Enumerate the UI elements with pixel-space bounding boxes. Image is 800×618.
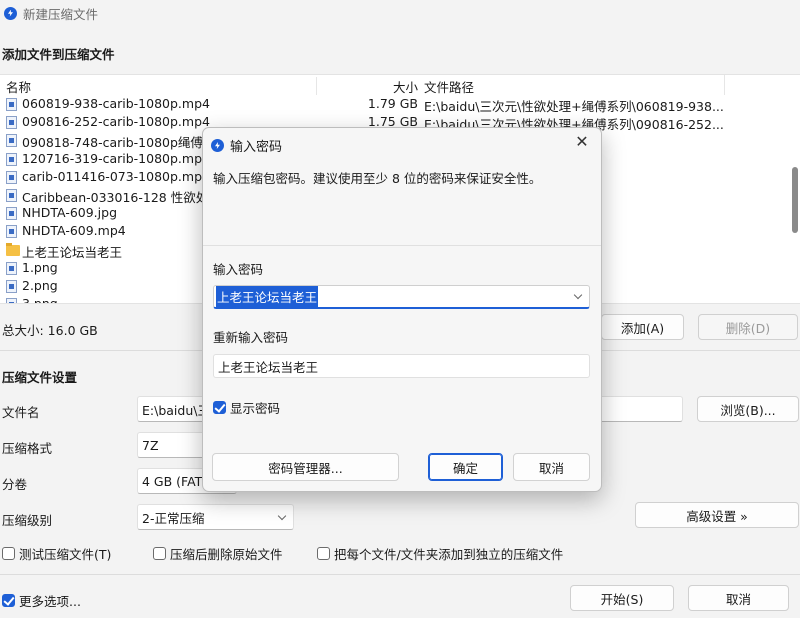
file-icon xyxy=(6,298,17,303)
checkbox-box xyxy=(317,547,330,560)
filename-label: 文件名 xyxy=(2,405,40,420)
confirm-password-label: 重新输入密码 xyxy=(213,330,289,345)
settings-section-title: 压缩文件设置 xyxy=(2,370,78,385)
confirm-password-input[interactable]: 上老王论坛当老王 xyxy=(213,354,590,378)
file-icon xyxy=(6,207,17,221)
dialog-titlebar: 输入密码 xyxy=(211,136,282,155)
start-button[interactable]: 开始(S) xyxy=(570,585,674,611)
file-name: 090816-252-carib-1080p.mp4 xyxy=(22,114,210,130)
file-icon xyxy=(6,134,17,148)
dialog-divider xyxy=(203,245,601,246)
file-name: 上老王论坛当老王 xyxy=(22,244,123,260)
advanced-settings-button[interactable]: 高级设置 » xyxy=(635,502,799,528)
file-icon xyxy=(6,261,17,275)
format-label: 压缩格式 xyxy=(2,441,53,456)
delete-after-label: 压缩后删除原始文件 xyxy=(170,547,283,562)
dialog-description: 输入压缩包密码。建议使用至少 8 位的密码来保证安全性。 xyxy=(213,171,542,186)
file-name: 2.png xyxy=(22,277,58,293)
file-name: 090818-748-carib-1080p绳傅.r xyxy=(22,135,213,151)
file-icon xyxy=(6,170,17,184)
checkbox-box xyxy=(153,547,166,560)
dialog-cancel-button[interactable]: 取消 xyxy=(513,453,590,481)
dialog-title: 输入密码 xyxy=(230,140,283,155)
file-icon xyxy=(6,152,17,166)
file-name: 3.png xyxy=(22,296,58,304)
file-list-row[interactable]: 060819-938-carib-1080p.mp4 1.79 GB E:\baid… xyxy=(0,95,800,114)
file-icon xyxy=(6,279,17,293)
file-name: carib-011416-073-1080p.mp4 xyxy=(22,168,210,184)
volume-label: 分卷 xyxy=(2,477,28,492)
app-logo-icon xyxy=(4,6,17,20)
close-icon[interactable]: ✕ xyxy=(573,133,591,151)
chevron-down-icon[interactable] xyxy=(573,290,583,300)
file-list-header: 名称 大小 文件路径 xyxy=(0,75,800,95)
column-divider xyxy=(724,75,725,95)
file-name: 060819-938-carib-1080p.mp4 xyxy=(22,96,210,111)
password-dialog: 输入密码 ✕ 输入压缩包密码。建议使用至少 8 位的密码来保证安全性。 输入密码… xyxy=(202,127,602,492)
file-name: 120716-319-carib-1080p.mp4 xyxy=(22,150,210,166)
separate-archives-label: 把每个文件/文件夹添加到独立的压缩文件 xyxy=(334,547,564,562)
delete-button[interactable]: 删除(D) xyxy=(698,314,798,340)
test-archive-label: 测试压缩文件(T) xyxy=(19,547,112,562)
level-value: 2-正常压缩 xyxy=(142,510,205,526)
window-title: 新建压缩文件 xyxy=(23,6,99,22)
show-password-label: 显示密码 xyxy=(230,401,281,416)
file-icon xyxy=(6,116,17,130)
more-options-checkbox[interactable]: 更多选项... xyxy=(2,591,81,610)
filename-value: E:\baidu\三 xyxy=(142,402,210,418)
password-label: 输入密码 xyxy=(213,262,264,277)
file-name: Caribbean-033016-128 性欲处 xyxy=(22,189,209,205)
format-value: 7Z xyxy=(142,437,159,453)
add-button[interactable]: 添加(A) xyxy=(601,314,684,340)
file-name: NHDTA-609.jpg xyxy=(22,205,118,221)
file-list-scrollbar[interactable] xyxy=(792,167,798,233)
file-icon xyxy=(6,225,17,239)
window-titlebar: 新建压缩文件 xyxy=(0,0,800,26)
chevron-down-icon xyxy=(277,511,287,521)
browse-button[interactable]: 浏览(B)... xyxy=(697,396,799,422)
level-label: 压缩级别 xyxy=(2,513,53,528)
column-header-name[interactable]: 名称 xyxy=(6,77,31,96)
total-size-label: 总大小: 16.0 GB xyxy=(2,323,98,338)
checkbox-checked-box xyxy=(213,401,226,414)
delete-after-checkbox[interactable]: 压缩后删除原始文件 xyxy=(153,544,283,563)
volume-value: 4 GB (FAT xyxy=(142,473,203,489)
file-name: NHDTA-609.mp4 xyxy=(22,223,126,239)
test-archive-checkbox[interactable]: 测试压缩文件(T) xyxy=(2,544,111,563)
file-name: 1.png xyxy=(22,259,58,275)
column-header-size[interactable]: 大小 xyxy=(316,77,418,95)
ok-button[interactable]: 确定 xyxy=(428,453,503,481)
add-section-title: 添加文件到压缩文件 xyxy=(2,47,115,62)
cancel-button[interactable]: 取消 xyxy=(688,585,789,611)
more-options-label: 更多选项... xyxy=(19,594,81,609)
checkbox-checked-box xyxy=(2,594,15,607)
folder-icon xyxy=(6,242,20,256)
confirm-password-value: 上老王论坛当老王 xyxy=(218,359,319,375)
show-password-checkbox[interactable]: 显示密码 xyxy=(213,398,280,417)
separate-archives-checkbox[interactable]: 把每个文件/文件夹添加到独立的压缩文件 xyxy=(317,544,563,563)
app-logo-icon xyxy=(211,139,224,152)
checkbox-box xyxy=(2,547,15,560)
file-size: 1.79 GB xyxy=(367,96,418,111)
password-input[interactable]: 上老王论坛当老王 xyxy=(213,285,590,309)
column-header-path[interactable]: 文件路径 xyxy=(424,77,474,96)
file-icon xyxy=(6,188,17,202)
password-value: 上老王论坛当老王 xyxy=(216,286,319,307)
divider xyxy=(0,574,800,575)
file-icon xyxy=(6,98,17,111)
password-manager-button[interactable]: 密码管理器... xyxy=(212,453,399,481)
level-select[interactable]: 2-正常压缩 xyxy=(137,504,294,530)
file-path: E:\baidu\三次元\性欲处理+绳傅系列\060819-938... xyxy=(424,99,724,114)
